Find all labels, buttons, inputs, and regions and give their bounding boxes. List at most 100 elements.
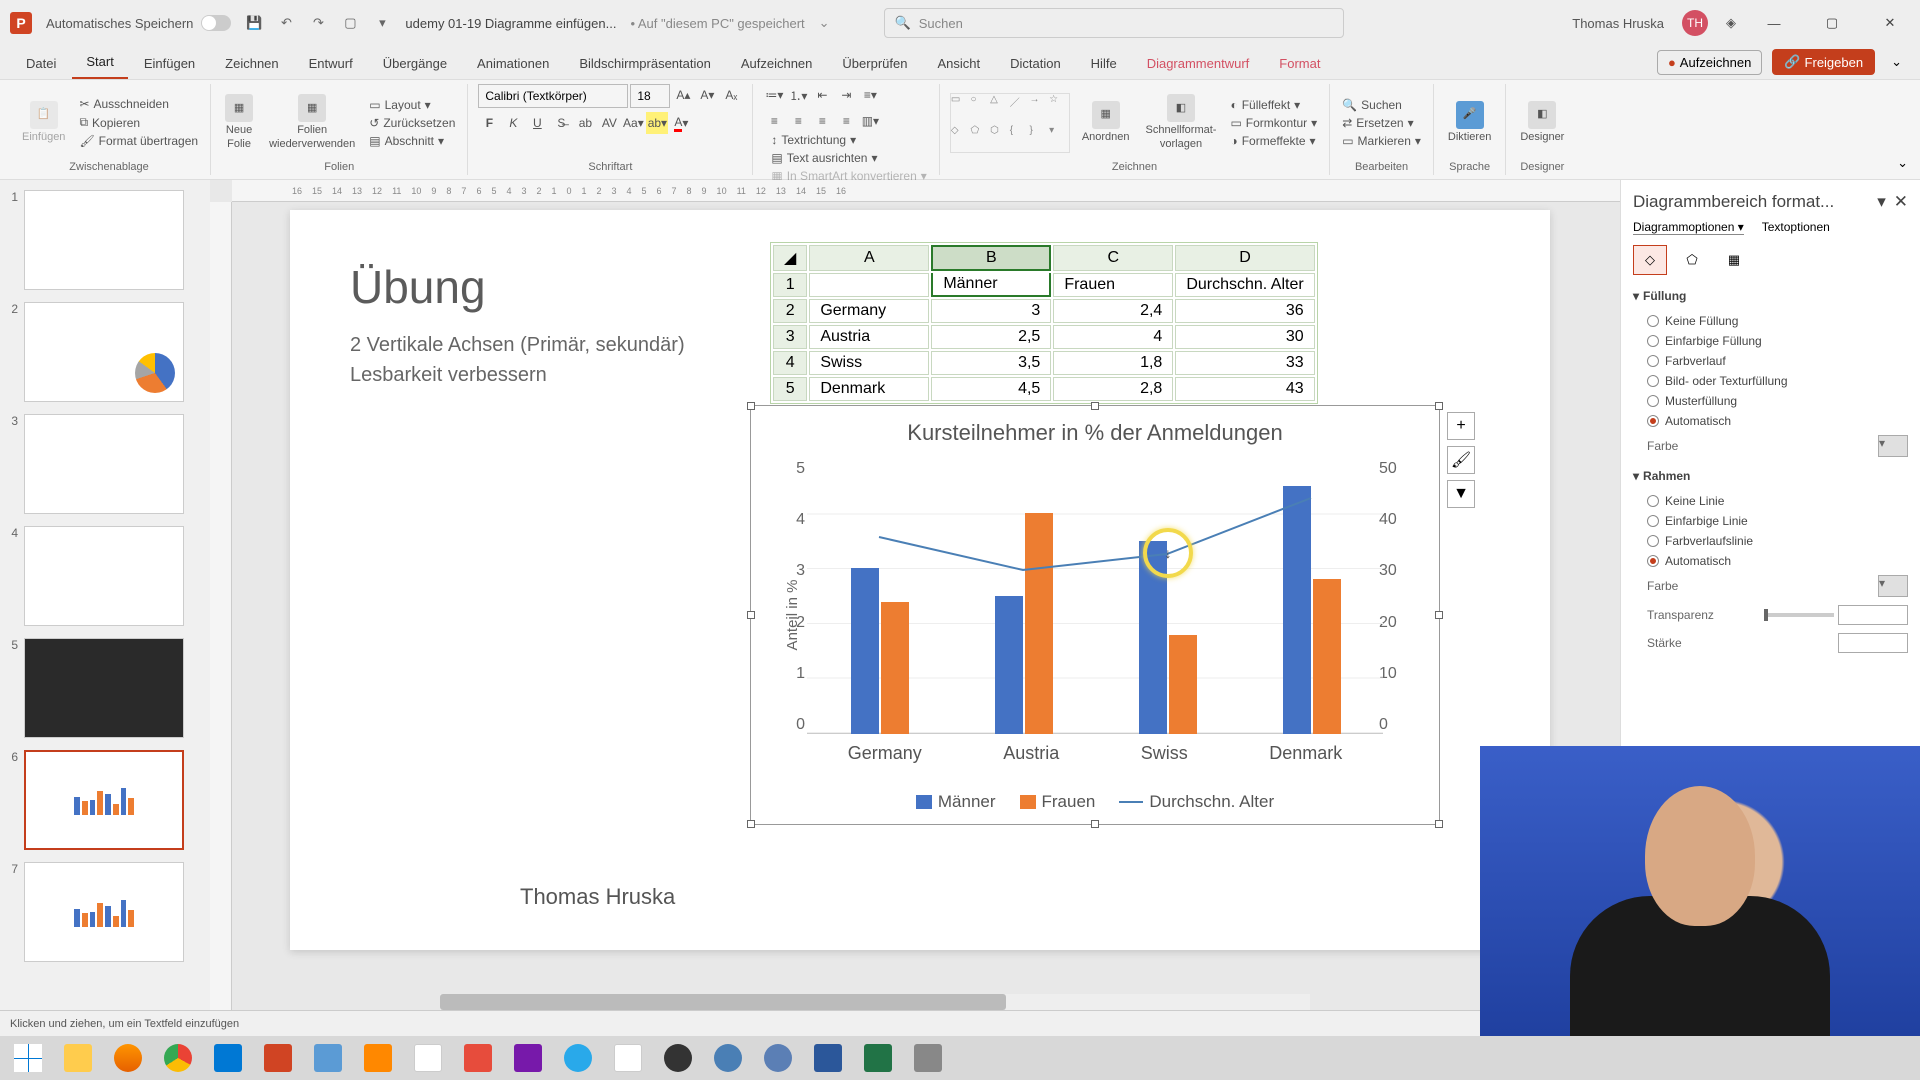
cell-d4[interactable]: 33	[1175, 351, 1314, 375]
char-spacing-button[interactable]: AV	[598, 112, 620, 134]
tab-zeichnen[interactable]: Zeichnen	[211, 48, 292, 79]
shape-outline-button[interactable]: ▭Formkontur▾	[1228, 115, 1319, 131]
thumb-slide-4[interactable]	[24, 526, 184, 626]
reuse-slides-button[interactable]: ▦ Folien wiederverwenden	[265, 92, 359, 152]
shapes-gallery[interactable]: ▭○△／→☆ ◇⬠⬡{}▾	[950, 93, 1070, 153]
row-header-4[interactable]: 4	[773, 351, 807, 375]
designer-button[interactable]: ◧ Designer	[1516, 99, 1568, 146]
fill-color-picker[interactable]: ▾	[1878, 435, 1908, 457]
cell-germany[interactable]: Germany	[809, 299, 929, 323]
resize-handle[interactable]	[1435, 402, 1443, 410]
chart-styles-button[interactable]: 🖌	[1447, 446, 1475, 474]
chart-title[interactable]: Kursteilnehmer in % der Anmeldungen	[751, 420, 1439, 446]
tab-start[interactable]: Start	[72, 46, 127, 79]
cell-c3[interactable]: 4	[1053, 325, 1173, 349]
row-header-2[interactable]: 2	[773, 299, 807, 323]
fill-line-icon[interactable]: ◇	[1633, 245, 1667, 275]
maximize-button[interactable]: ▢	[1812, 8, 1852, 38]
numbering-button[interactable]: ⒈▾	[787, 84, 809, 106]
thumb-slide-7[interactable]	[24, 862, 184, 962]
app-icon[interactable]	[456, 1039, 500, 1077]
align-center-button[interactable]: ≡	[787, 110, 809, 132]
font-size-select[interactable]: 18	[630, 84, 670, 108]
cell-d3[interactable]: 30	[1175, 325, 1314, 349]
chart-elements-button[interactable]: +	[1447, 412, 1475, 440]
select-button[interactable]: ▭Markieren▾	[1340, 133, 1423, 149]
thumb-slide-1[interactable]	[24, 190, 184, 290]
slide-editor[interactable]: 16 15 14 13 12 11 10 9 8 7 6 5 4 3 2 1 0…	[210, 180, 1620, 1010]
tab-diagrammoptionen[interactable]: Diagrammoptionen ▾	[1633, 220, 1744, 235]
tab-uebergaenge[interactable]: Übergänge	[369, 48, 461, 79]
ribbon-chevron-icon[interactable]: ⌄	[1897, 155, 1908, 171]
radio-farbverlauf[interactable]: Farbverlauf	[1633, 351, 1908, 371]
bar-swiss-f[interactable]	[1169, 635, 1197, 734]
col-header-b[interactable]: B	[931, 245, 1051, 271]
diamond-icon[interactable]: ◈	[1726, 15, 1736, 31]
cut-button[interactable]: ✂Ausschneiden	[77, 96, 200, 112]
shape-fill-button[interactable]: ◐Fülleffekt▾	[1228, 97, 1319, 113]
row-header-1[interactable]: 1	[773, 273, 807, 297]
radio-keine-linie[interactable]: Keine Linie	[1633, 491, 1908, 511]
radio-farbverlaufslinie[interactable]: Farbverlaufslinie	[1633, 531, 1908, 551]
font-family-select[interactable]: Calibri (Textkörper)	[478, 84, 628, 108]
section-fuellung[interactable]: ▾Füllung	[1633, 289, 1908, 303]
shape-effects-button[interactable]: ◑Formeffekte▾	[1228, 133, 1319, 149]
new-slide-button[interactable]: ▦ Neue Folie	[221, 92, 257, 152]
section-button[interactable]: ▤Abschnitt▾	[367, 133, 457, 149]
radio-bild-textur[interactable]: Bild- oder Texturfüllung	[1633, 371, 1908, 391]
cell-b5[interactable]: 4,5	[931, 377, 1051, 401]
resize-handle[interactable]	[1091, 820, 1099, 828]
cell-austria[interactable]: Austria	[809, 325, 929, 349]
highlight-button[interactable]: ab▾	[646, 112, 668, 134]
decrease-font-icon[interactable]: A▾	[696, 84, 718, 106]
reset-button[interactable]: ↺Zurücksetzen	[367, 115, 457, 131]
tab-hilfe[interactable]: Hilfe	[1077, 48, 1131, 79]
app-icon[interactable]	[406, 1039, 450, 1077]
thumb-slide-6[interactable]	[24, 750, 184, 850]
shadow-button[interactable]: ab	[574, 112, 596, 134]
minimize-button[interactable]: —	[1754, 8, 1794, 38]
align-text-button[interactable]: ▤Text ausrichten▾	[769, 150, 928, 166]
powerpoint-icon[interactable]	[256, 1039, 300, 1077]
paste-button[interactable]: 📋 Einfügen	[18, 99, 69, 146]
chart-legend[interactable]: Männer Frauen Durchschn. Alter	[751, 792, 1439, 812]
freigeben-button[interactable]: 🔗 Freigeben	[1772, 49, 1875, 75]
copy-button[interactable]: ⧉Kopieren	[77, 114, 200, 131]
slide-title[interactable]: Übung	[350, 260, 486, 314]
outline-color-picker[interactable]: ▾	[1878, 575, 1908, 597]
from-beginning-icon[interactable]: ▢	[341, 14, 359, 32]
slide-subtitle[interactable]: 2 Vertikale Achsen (Primär, sekundär) Le…	[350, 330, 685, 390]
chart-object[interactable]: + 🖌 ▼ Kursteilnehmer in % der Anmeldunge…	[750, 405, 1440, 825]
slide-canvas[interactable]: Übung 2 Vertikale Achsen (Primär, sekund…	[290, 210, 1550, 950]
format-painter-button[interactable]: 🖌Format übertragen	[77, 133, 200, 149]
primary-y-axis[interactable]: 5 4 3 2 1 0	[781, 460, 805, 734]
resize-handle[interactable]	[747, 820, 755, 828]
app-icon[interactable]	[756, 1039, 800, 1077]
cell-c2[interactable]: 2,4	[1053, 299, 1173, 323]
saved-chevron-icon[interactable]: ⌄	[819, 15, 830, 31]
file-explorer-icon[interactable]	[56, 1039, 100, 1077]
cell-b4[interactable]: 3,5	[931, 351, 1051, 375]
tab-aufzeichnen[interactable]: Aufzeichnen	[727, 48, 827, 79]
onenote-icon[interactable]	[506, 1039, 550, 1077]
resize-handle[interactable]	[747, 611, 755, 619]
tab-format[interactable]: Format	[1265, 48, 1334, 79]
author-text[interactable]: Thomas Hruska	[520, 884, 675, 910]
secondary-y-axis[interactable]: 50 40 30 20 10 0	[1379, 460, 1409, 734]
font-color-button[interactable]: A▾	[670, 112, 692, 134]
increase-font-icon[interactable]: A▴	[672, 84, 694, 106]
app-icon[interactable]	[906, 1039, 950, 1077]
replace-button[interactable]: ⇄Ersetzen▾	[1340, 115, 1423, 131]
user-name[interactable]: Thomas Hruska	[1572, 16, 1664, 31]
pane-dropdown-icon[interactable]: ▾	[1877, 192, 1886, 212]
chart-filters-button[interactable]: ▼	[1447, 480, 1475, 508]
undo-icon[interactable]: ↶	[277, 14, 295, 32]
bar-germany-f[interactable]	[881, 602, 909, 735]
autosave-toggle[interactable]: Automatisches Speichern	[46, 15, 231, 31]
justify-button[interactable]: ≡	[835, 110, 857, 132]
telegram-icon[interactable]	[556, 1039, 600, 1077]
cell-b1[interactable]: Männer	[931, 273, 1051, 297]
redo-icon[interactable]: ↷	[309, 14, 327, 32]
qat-customize-icon[interactable]: ▾	[373, 14, 391, 32]
cell-c1[interactable]: Frauen	[1053, 273, 1173, 297]
